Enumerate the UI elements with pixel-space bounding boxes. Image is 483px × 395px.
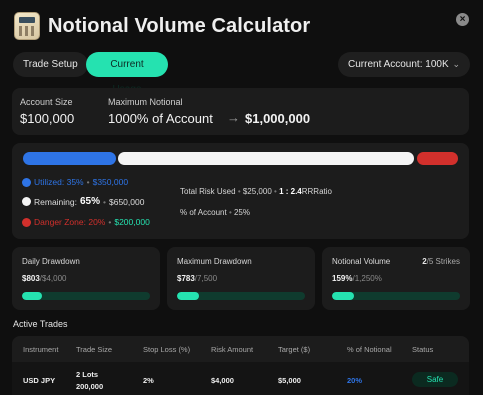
legend-danger: Danger Zone: 20% • $200,000 bbox=[22, 217, 150, 227]
total-risk-value: $25,000 bbox=[242, 187, 272, 196]
total-risk-row: Total Risk Used • $25,000 • 1 : 2.4RRRat… bbox=[180, 187, 332, 196]
header: Notional Volume Calculator bbox=[14, 12, 310, 40]
danger-dot-icon bbox=[22, 217, 31, 227]
metric-value: $783/7,500 bbox=[177, 274, 217, 283]
max-notional-value: $1,000,000 bbox=[245, 111, 311, 126]
metric-current: $803 bbox=[22, 274, 40, 283]
max-notional-label: Maximum Notional bbox=[108, 97, 183, 107]
maximum-drawdown-card: Maximum Drawdown $783/7,500 bbox=[167, 247, 315, 310]
danger-value: $200,000 bbox=[114, 217, 150, 227]
legend-utilized: Utilized: 35% • $350,000 bbox=[22, 177, 128, 187]
app-title: Notional Volume Calculator bbox=[48, 14, 311, 37]
separator: • bbox=[228, 208, 232, 217]
status-badge: Safe bbox=[412, 372, 458, 387]
max-notional-percent: 1000% of Account bbox=[108, 111, 213, 126]
remaining-value: $650,000 bbox=[109, 196, 145, 207]
metric-limit: /7,500 bbox=[194, 274, 218, 283]
table-row[interactable]: USD JPY 2 Lots 200,000 2% $4,000 $5,000 … bbox=[12, 362, 469, 395]
chevron-down-icon: ⌄ bbox=[452, 59, 460, 69]
cell-stop-loss: 2% bbox=[143, 376, 154, 385]
metric-progress-fill bbox=[177, 292, 199, 300]
usage-card: Utilized: 35% • $350,000 Remaining: 65% … bbox=[12, 143, 469, 239]
utilized-bar-segment bbox=[23, 152, 116, 165]
danger-bar-segment bbox=[417, 152, 458, 165]
separator: • bbox=[108, 217, 112, 227]
metric-progress-fill bbox=[332, 292, 354, 300]
column-header[interactable]: Target ($) bbox=[278, 345, 310, 354]
account-summary-card: Account Size $100,000 Maximum Notional 1… bbox=[12, 88, 469, 135]
cell-instrument: USD JPY bbox=[23, 376, 56, 385]
close-icon[interactable]: × bbox=[456, 13, 469, 26]
remaining-bar-segment bbox=[118, 152, 414, 165]
account-select[interactable]: Current Account: 100K ⌄ bbox=[338, 52, 470, 77]
pct-account-value: 25% bbox=[233, 208, 250, 217]
metric-progress-bar bbox=[177, 292, 305, 300]
table-header: Instrument Trade Size Stop Loss (%) Risk… bbox=[12, 336, 469, 362]
account-select-label: Current Account: 100K bbox=[348, 59, 449, 70]
daily-drawdown-card: Daily Drawdown $803/$4,000 bbox=[12, 247, 160, 310]
cell-target: $5,000 bbox=[278, 376, 301, 385]
active-trades-title: Active Trades bbox=[13, 319, 68, 329]
cell-trade-size-lots: 2 Lots bbox=[76, 370, 99, 379]
tab-trade-setup[interactable]: Trade Setup bbox=[13, 52, 88, 77]
metric-progress-bar bbox=[332, 292, 460, 300]
pct-account-row: % of Account • 25% bbox=[180, 208, 250, 217]
metric-value: $803/$4,000 bbox=[22, 274, 67, 283]
metric-progress-fill bbox=[22, 292, 43, 300]
account-size-label: Account Size bbox=[20, 97, 73, 107]
separator: • bbox=[86, 177, 90, 187]
account-size-value: $100,000 bbox=[20, 111, 75, 126]
notional-volume-card: Notional Volume 2/5 Strikes 159%/1,250% bbox=[322, 247, 470, 310]
tab-current-usage[interactable]: Current Usage bbox=[86, 52, 168, 95]
column-header[interactable]: % of Notional bbox=[347, 345, 392, 354]
remaining-percent: 65% bbox=[80, 196, 101, 207]
total-risk-label: Total Risk Used bbox=[180, 187, 236, 196]
strikes-label: /5 Strikes bbox=[426, 257, 460, 266]
separator: • bbox=[274, 187, 277, 196]
utilized-label: Utilized: 35% bbox=[34, 177, 84, 187]
cell-trade-size-units: 200,000 bbox=[76, 382, 104, 391]
cell-risk-amount: $4,000 bbox=[211, 376, 234, 385]
remaining-dot-icon bbox=[22, 197, 31, 206]
column-header[interactable]: Instrument bbox=[23, 345, 58, 354]
metric-title: Daily Drawdown bbox=[22, 257, 80, 266]
metric-value: 159%/1,250% bbox=[332, 274, 382, 283]
utilized-value: $350,000 bbox=[92, 177, 129, 187]
separator: • bbox=[103, 196, 106, 207]
pct-account-label: % of Account bbox=[180, 208, 227, 217]
metric-current: $783 bbox=[177, 274, 195, 283]
strikes-counter: 2/5 Strikes bbox=[422, 257, 460, 266]
metric-limit: /1,250% bbox=[352, 274, 382, 283]
cell-notional-pct: 20% bbox=[347, 376, 363, 385]
calculator-icon bbox=[14, 12, 40, 40]
metric-progress-bar bbox=[22, 292, 150, 300]
column-header[interactable]: Status bbox=[412, 345, 433, 354]
column-header[interactable]: Trade Size bbox=[76, 345, 112, 354]
metric-title: Maximum Drawdown bbox=[177, 257, 252, 266]
column-header[interactable]: Stop Loss (%) bbox=[143, 345, 190, 354]
arrow-right-icon: → bbox=[227, 110, 240, 125]
separator: • bbox=[237, 187, 241, 196]
metric-current: 159% bbox=[332, 274, 353, 283]
metric-title: Notional Volume bbox=[332, 257, 391, 266]
legend-remaining: Remaining: 65% • $650,000 bbox=[22, 196, 144, 207]
remaining-label: Remaining: bbox=[34, 196, 77, 207]
utilized-dot-icon bbox=[22, 177, 31, 187]
column-header[interactable]: Risk Amount bbox=[211, 345, 253, 354]
rr-value: 1 : 2.4 bbox=[279, 187, 302, 196]
metric-limit: /$4,000 bbox=[39, 274, 67, 283]
rr-label: RRRatio bbox=[301, 187, 332, 196]
danger-label: Danger Zone: 20% bbox=[34, 217, 106, 227]
